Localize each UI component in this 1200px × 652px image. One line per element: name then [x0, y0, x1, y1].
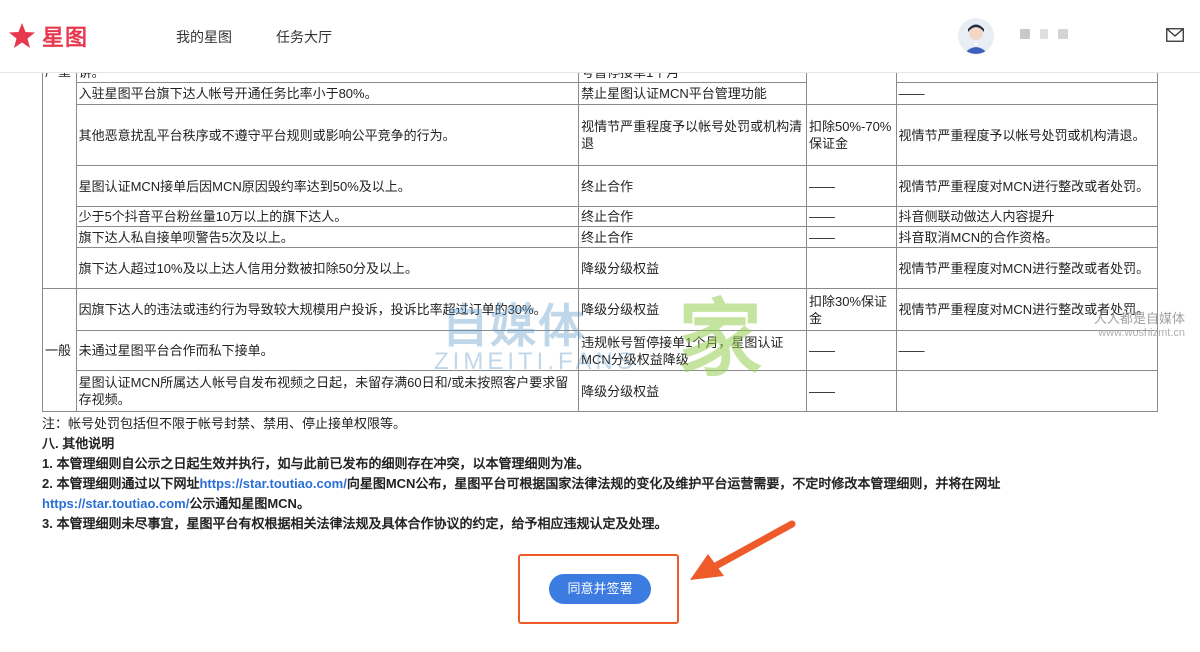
table-row: 少于5个抖音平台粉丝量10万以上的旗下达人。 终止合作 —— 抖音侧联动做达人内…: [43, 206, 1159, 227]
user-name-blurred: [1020, 29, 1068, 39]
table-cell: 视情节严重程度予以帐号处罚或机构清退: [578, 104, 807, 166]
table-cell: ——: [806, 330, 897, 371]
table-row: 旗下达人超过10%及以上达人信用分数被扣除50分及以上。 降级分级权益 视情节严…: [43, 247, 1159, 289]
corner-watermark-url: www.woshizmt.cn: [1098, 327, 1186, 339]
table-cell: 旗下达人私自接单呗警告5次及以上。: [75, 226, 580, 248]
table-row: 星图认证MCN接单后因MCN原因毁约率达到50%及以上。 终止合作 —— 视情节…: [43, 165, 1159, 207]
table-cell: 视情节严重程度对MCN进行整改或者处罚。: [895, 247, 1159, 289]
star-url-link-2[interactable]: https://star.toutiao.com/: [42, 496, 189, 511]
table-cell: 星图认证MCN所属达人帐号自发布视频之日起，未留存满60日和/或未按照客户要求留…: [75, 370, 580, 412]
top-navigation-bar: 星图 我的星图 任务大厅: [0, 0, 1200, 73]
agree-and-sign-button[interactable]: 同意并签署: [549, 574, 651, 604]
note-item-1: 1. 本管理细则自公示之日起生效并执行，如与此前已发布的细则存在冲突，以本管理细…: [42, 456, 590, 471]
brand-name: 星图: [42, 25, 89, 50]
table-cell: ——: [895, 82, 1159, 105]
table-cell: [806, 247, 897, 289]
table-cell: 视情节严重程度对MCN进行整改或者处罚。: [895, 165, 1159, 207]
nav-my-star[interactable]: 我的星图: [176, 27, 232, 47]
table-cell: 其他恶意扰乱平台秩序或不遵守平台规则或影响公平竞争的行为。: [75, 104, 580, 166]
note-item-2-prefix: 2. 本管理细则通过以下网址: [42, 476, 200, 491]
severity-serious: 严重: [42, 62, 77, 289]
table-cell: 禁止星图认证MCN平台管理功能: [578, 82, 807, 105]
note-text: 注：帐号处罚包括但不限于帐号封禁、禁用、停止接单权限等。: [42, 416, 407, 431]
terms-notes: 注：帐号处罚包括但不限于帐号封禁、禁用、停止接单权限等。 八. 其他说明 1. …: [42, 414, 1158, 534]
logo[interactable]: 星图: [6, 20, 88, 52]
note-item-2: 2. 本管理细则通过以下网址https://star.toutiao.com/向…: [42, 474, 1158, 514]
section-title: 八. 其他说明: [42, 436, 115, 451]
note-item-3: 3. 本管理细则未尽事宜，星图平台有权根据相关法律法规及具体合作协议的约定，给予…: [42, 516, 668, 531]
table-row: 一般 因旗下达人的违法或违约行为导致较大规模用户投诉，投诉比率超过订单的30%。…: [42, 288, 1159, 412]
corner-watermark: 人人都是自媒体 www.woshizmt.cn: [1094, 312, 1185, 340]
table-cell: 抖音取消MCN的合作资格。: [895, 226, 1159, 248]
watermark-text: 家: [678, 292, 763, 386]
table-cell: 终止合作: [578, 226, 807, 248]
table-cell: [895, 370, 1159, 412]
table-cell: 终止合作: [578, 206, 807, 227]
table-cell: 扣除30%保证金: [806, 288, 897, 331]
table-cell: 少于5个抖音平台粉丝量10万以上的旗下达人。: [75, 206, 580, 227]
nav-task-hall[interactable]: 任务大厅: [276, 27, 332, 47]
user-avatar[interactable]: [958, 18, 994, 54]
table-cell: 扣除50%-70%保证金: [806, 104, 897, 166]
note-item-2-middle: 向星图MCN公布，星图平台可根据国家法律法规的变化及维护平台运营需要，不定时修改…: [346, 476, 1001, 491]
table-row: 其他恶意扰乱平台秩序或不遵守平台规则或影响公平竞争的行为。 视情节严重程度予以帐…: [43, 104, 1159, 166]
table-cell: 星图认证MCN接单后因MCN原因毁约率达到50%及以上。: [75, 165, 580, 207]
avatar-icon: [958, 18, 994, 54]
note-item-2-suffix: 公示通知星图MCN。: [189, 496, 310, 511]
table-cell: 视情节严重程度予以帐号处罚或机构清退。: [895, 104, 1159, 166]
corner-watermark-title: 人人都是自媒体: [1094, 311, 1186, 326]
table-cell: ——: [806, 370, 897, 412]
watermark-text: 自媒体: [442, 300, 586, 352]
watermark-subtext: ZIMEITI.FANS: [434, 348, 637, 375]
table-cell: 抖音侧联动做达人内容提升: [895, 206, 1159, 227]
table-cell: 旗下达人超过10%及以上达人信用分数被扣除50分及以上。: [75, 247, 580, 289]
arrow-annotation-icon: [690, 520, 796, 580]
table-cell: ——: [806, 226, 897, 248]
table-cell: ——: [806, 206, 897, 227]
table-cell: ——: [806, 165, 897, 207]
severity-general: 一般: [42, 288, 77, 412]
table-row: 入驻星图平台旗下达人帐号开通任务比率小于80%。 禁止星图认证MCN平台管理功能…: [43, 82, 1159, 105]
table-row: 星图认证MCN所属达人帐号自发布视频之日起，未留存满60日和/或未按照客户要求留…: [43, 370, 1159, 412]
table-row: 旗下达人私自接单呗警告5次及以上。 终止合作 —— 抖音取消MCN的合作资格。: [43, 226, 1159, 248]
mail-icon[interactable]: [1166, 28, 1184, 42]
table-cell: 入驻星图平台旗下达人帐号开通任务比率小于80%。: [75, 82, 580, 105]
star-url-link[interactable]: https://star.toutiao.com/: [199, 476, 346, 491]
table-cell: 终止合作: [578, 165, 807, 207]
star-logo-icon: [9, 23, 35, 48]
